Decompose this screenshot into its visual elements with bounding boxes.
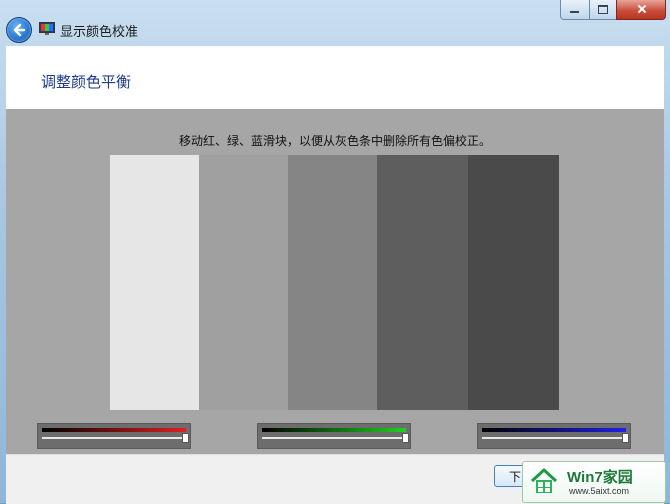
close-button[interactable]: [616, 0, 666, 20]
watermark-brand: Win7家园: [567, 469, 633, 486]
gray-bar-5: [468, 155, 559, 410]
gray-bar-1: [110, 155, 199, 410]
page-title: 调整颜色平衡: [41, 73, 132, 91]
red-slider-rail: [42, 437, 186, 439]
window-title: 显示颜色校准: [60, 25, 139, 40]
monitor-color-icon: [39, 22, 55, 35]
watermark-url: www.5aixt.com: [569, 486, 630, 496]
maximize-button[interactable]: [589, 0, 617, 20]
green-slider-rail: [262, 437, 406, 439]
instruction-text: 移动红、绿、蓝滑块，以便从灰色条中删除所有色偏校正。: [178, 134, 491, 148]
content-area: 调整颜色平衡 移动红、绿、蓝滑块，以便从灰色条中删除所有色偏校正。 下: [6, 46, 664, 504]
title-bar: 显示颜色校准: [0, 0, 670, 46]
house-logo-icon: [530, 468, 558, 493]
back-button[interactable]: [6, 17, 32, 43]
green-slider-thumb[interactable]: [401, 433, 409, 443]
gray-bar-4: [377, 155, 468, 410]
calibration-panel: 移动红、绿、蓝滑块，以便从灰色条中删除所有色偏校正。: [6, 109, 664, 454]
blue-slider[interactable]: [477, 423, 631, 449]
blue-slider-rail: [482, 437, 626, 439]
gray-bar-3: [288, 155, 377, 410]
red-slider-thumb[interactable]: [181, 433, 189, 443]
gray-bar-2: [199, 155, 288, 410]
back-arrow-icon: [13, 23, 26, 37]
minimize-button[interactable]: [560, 0, 590, 20]
red-gradient-track: [42, 428, 186, 432]
watermark: Win7家园 www.5aixt.com: [522, 461, 666, 503]
blue-slider-thumb[interactable]: [621, 433, 629, 443]
blue-gradient-track: [482, 428, 626, 432]
green-gradient-track: [262, 428, 406, 432]
green-slider[interactable]: [257, 423, 411, 449]
red-slider[interactable]: [37, 423, 191, 449]
